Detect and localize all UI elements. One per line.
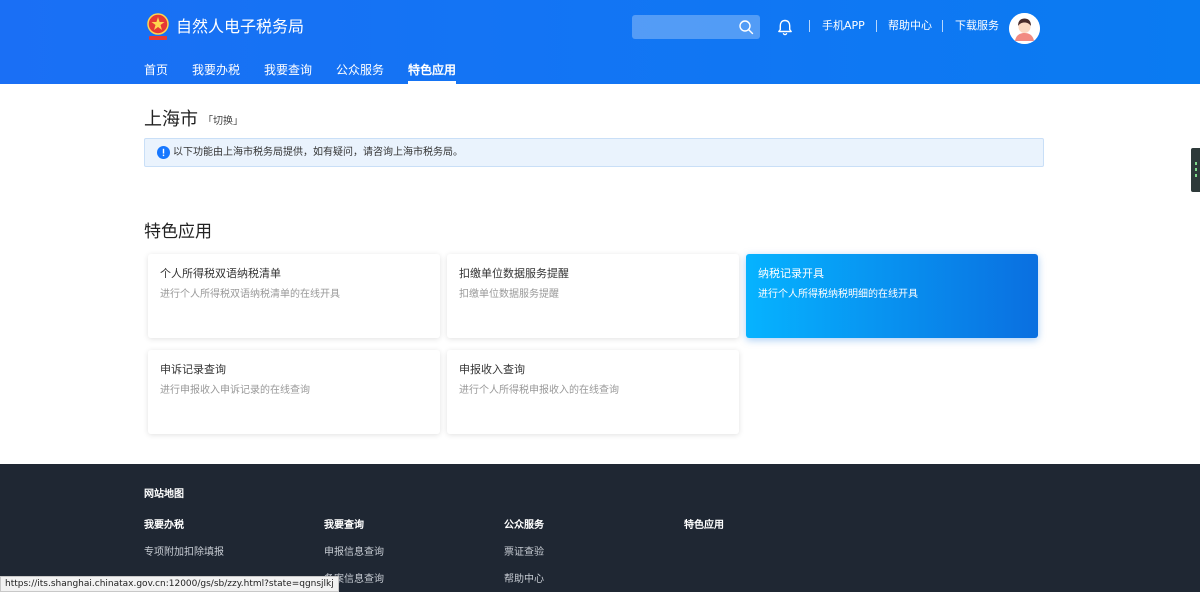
app-card-tax-record-issuance[interactable]: 纳税记录开具 进行个人所得税纳税明细的在线开具: [746, 254, 1038, 338]
site-title[interactable]: 自然人电子税务局: [176, 16, 304, 38]
switch-city-link[interactable]: 「切换」: [203, 115, 243, 129]
section-title: 特色应用: [144, 222, 212, 242]
sitemap-heading: 网站地图: [144, 489, 184, 500]
nav-home[interactable]: 首页: [144, 61, 168, 79]
search-icon[interactable]: [738, 19, 754, 35]
card-description: 扣缴单位数据服务提醒: [459, 289, 559, 300]
download-service-link[interactable]: 下载服务: [955, 18, 999, 34]
footer-link[interactable]: 票证查验: [504, 546, 544, 560]
footer-column-title: 公众服务: [504, 520, 544, 531]
footer-column-title: 我要办税: [144, 520, 184, 531]
top-header: 自然人电子税务局 手机APP 帮助中心 下载服务 首页 我要办税 我要查询 公众…: [0, 0, 1200, 84]
info-icon: [157, 146, 170, 159]
card-title: 申诉记录查询: [160, 363, 226, 376]
card-description: 进行个人所得税双语纳税清单的在线开具: [160, 289, 340, 300]
notice-text: 以下功能由上海市税务局提供，如有疑问，请咨询上海市税务局。: [173, 147, 463, 158]
footer-link[interactable]: 申报信息查询: [324, 546, 384, 560]
footer-column-title: 特色应用: [684, 520, 724, 531]
nav-query[interactable]: 我要查询: [264, 61, 312, 79]
bell-icon[interactable]: [776, 18, 794, 36]
nav-tax-handling[interactable]: 我要办税: [192, 61, 240, 79]
app-card-withholding-reminder[interactable]: 扣缴单位数据服务提醒 扣缴单位数据服务提醒: [447, 254, 739, 338]
footer-column-title: 我要查询: [324, 520, 364, 531]
card-description: 进行个人所得税纳税明细的在线开具: [758, 289, 918, 300]
card-description: 进行个人所得税申报收入的在线查询: [459, 385, 619, 396]
header-divider: [876, 20, 877, 32]
header-divider: [942, 20, 943, 32]
search-input[interactable]: [632, 15, 760, 39]
footer-link[interactable]: 专项附加扣除填报: [144, 546, 224, 560]
app-card-declared-income-query[interactable]: 申报收入查询 进行个人所得税申报收入的在线查询: [447, 350, 739, 434]
nav-featured-apps[interactable]: 特色应用: [408, 61, 456, 79]
side-scroll-handle[interactable]: [1191, 148, 1200, 192]
status-bar-url: https://its.shanghai.chinatax.gov.cn:120…: [0, 576, 339, 592]
city-name: 上海市: [144, 109, 198, 130]
nav-public-service[interactable]: 公众服务: [336, 61, 384, 79]
card-description: 进行申报收入申诉记录的在线查询: [160, 385, 310, 396]
app-card-appeal-record-query[interactable]: 申诉记录查询 进行申报收入申诉记录的在线查询: [148, 350, 440, 434]
site-footer: 网站地图 我要办税 我要查询 公众服务 特色应用 专项附加扣除填报 申报信息查询…: [0, 464, 1200, 592]
info-notice-bar: 以下功能由上海市税务局提供，如有疑问，请咨询上海市税务局。: [144, 138, 1044, 167]
help-center-link[interactable]: 帮助中心: [888, 18, 932, 34]
app-card-bilingual-tax-list[interactable]: 个人所得税双语纳税清单 进行个人所得税双语纳税清单的在线开具: [148, 254, 440, 338]
header-divider: [809, 20, 810, 32]
card-title: 申报收入查询: [459, 363, 525, 376]
card-title: 纳税记录开具: [758, 267, 824, 280]
footer-link[interactable]: 帮助中心: [504, 573, 544, 587]
tax-emblem-logo[interactable]: [145, 12, 171, 42]
user-avatar[interactable]: [1009, 13, 1040, 44]
active-nav-indicator: [408, 81, 456, 84]
card-title: 个人所得税双语纳税清单: [160, 267, 281, 280]
mobile-app-link[interactable]: 手机APP: [822, 18, 865, 34]
card-title: 扣缴单位数据服务提醒: [459, 267, 569, 280]
